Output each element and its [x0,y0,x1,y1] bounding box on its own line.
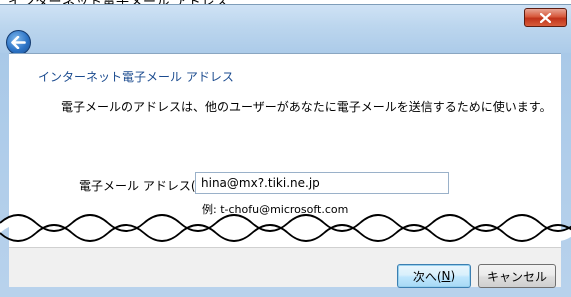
next-label-access-key: N [441,269,451,283]
next-label-prefix: 次へ( [412,269,442,284]
email-address-label: 電子メール アドレス(E): [79,177,212,194]
next-button[interactable]: 次へ(N) [397,264,471,288]
page-heading: インターネット電子メール アドレス [38,70,234,84]
title-bar [0,4,571,58]
torn-page-wave [0,214,571,242]
email-address-input[interactable] [195,172,449,194]
close-icon [540,12,551,23]
left-window-frame [0,53,9,293]
right-window-frame [561,53,571,293]
next-label-suffix: ) [450,269,456,283]
cancel-button[interactable]: キャンセル [478,264,556,288]
close-button[interactable] [524,8,567,27]
page-description: 電子メールのアドレスは、他のユーザーがあなたに電子メールを送信するために使います… [61,100,552,114]
email-label-prefix: 電子メール アドレス( [79,179,196,193]
bottom-window-frame [0,287,571,297]
back-button[interactable] [6,30,31,55]
back-arrow-icon [11,36,26,49]
